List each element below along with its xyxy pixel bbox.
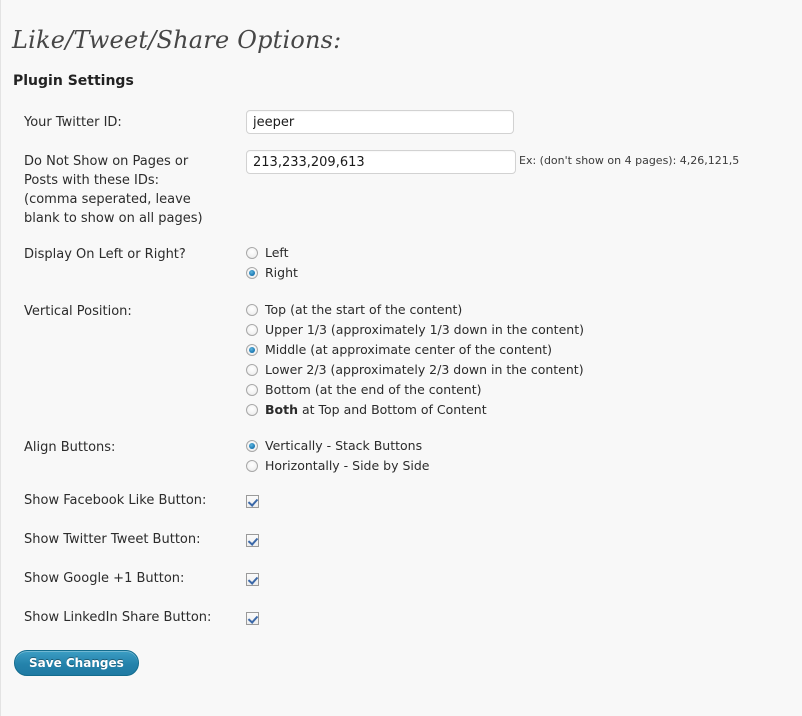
label-exclude-ids: Do Not Show on Pages or Posts with these… bbox=[24, 152, 239, 228]
radio-option-lower-two-thirds[interactable]: Lower 2/3 (approximately 2/3 down in the… bbox=[246, 360, 584, 380]
label-display-side: Display On Left or Right? bbox=[24, 245, 239, 264]
section-heading-plugin-settings: Plugin Settings bbox=[13, 73, 134, 89]
radio-option-bottom[interactable]: Bottom (at the end of the content) bbox=[246, 380, 584, 400]
align-buttons-radio-group: Vertically - Stack Buttons Horizontally … bbox=[246, 436, 430, 476]
label-twitter-id: Your Twitter ID: bbox=[24, 113, 239, 132]
radio-option-both[interactable]: Both at Top and Bottom of Content bbox=[246, 400, 584, 420]
radio-label-middle: Middle (at approximate center of the con… bbox=[265, 342, 552, 357]
exclude-ids-input[interactable] bbox=[246, 150, 516, 174]
display-side-radio-group: Left Right bbox=[246, 243, 298, 283]
radio-icon-bottom[interactable] bbox=[246, 384, 258, 396]
checkbox-show-twitter[interactable] bbox=[246, 534, 259, 547]
twitter-id-input[interactable] bbox=[246, 110, 514, 134]
radio-icon-vertically[interactable] bbox=[246, 440, 258, 452]
radio-icon-upper-third[interactable] bbox=[246, 324, 258, 336]
radio-label-top: Top (at the start of the content) bbox=[265, 302, 462, 317]
radio-option-left[interactable]: Left bbox=[246, 243, 298, 263]
page-title: Like/Tweet/Share Options: bbox=[12, 26, 341, 54]
radio-label-left: Left bbox=[265, 245, 289, 260]
radio-option-upper-third[interactable]: Upper 1/3 (approximately 1/3 down in the… bbox=[246, 320, 584, 340]
label-show-linkedin: Show LinkedIn Share Button: bbox=[24, 608, 239, 627]
radio-label-vertically: Vertically - Stack Buttons bbox=[265, 438, 422, 453]
radio-label-both: Both at Top and Bottom of Content bbox=[265, 402, 487, 417]
label-vertical-position: Vertical Position: bbox=[24, 302, 239, 321]
radio-label-both-rest: at Top and Bottom of Content bbox=[298, 402, 487, 417]
save-changes-button[interactable]: Save Changes bbox=[14, 650, 139, 676]
label-exclude-ids-line4: blank to show on all pages) bbox=[24, 209, 239, 228]
radio-label-upper-third: Upper 1/3 (approximately 1/3 down in the… bbox=[265, 322, 584, 337]
radio-label-lower-two-thirds: Lower 2/3 (approximately 2/3 down in the… bbox=[265, 362, 584, 377]
radio-label-both-bold: Both bbox=[265, 402, 298, 417]
label-exclude-ids-line2: Posts with these IDs: bbox=[24, 171, 239, 190]
label-show-twitter: Show Twitter Tweet Button: bbox=[24, 530, 239, 549]
radio-icon-right[interactable] bbox=[246, 267, 258, 279]
radio-option-top[interactable]: Top (at the start of the content) bbox=[246, 300, 584, 320]
radio-option-horizontally[interactable]: Horizontally - Side by Side bbox=[246, 456, 430, 476]
radio-option-middle[interactable]: Middle (at approximate center of the con… bbox=[246, 340, 584, 360]
checkbox-show-google[interactable] bbox=[246, 573, 259, 586]
radio-label-bottom: Bottom (at the end of the content) bbox=[265, 382, 482, 397]
settings-page: Like/Tweet/Share Options: Plugin Setting… bbox=[0, 0, 802, 716]
radio-icon-top[interactable] bbox=[246, 304, 258, 316]
label-show-google: Show Google +1 Button: bbox=[24, 569, 239, 588]
checkbox-show-facebook[interactable] bbox=[246, 495, 259, 508]
label-show-facebook: Show Facebook Like Button: bbox=[24, 491, 239, 510]
radio-option-vertically[interactable]: Vertically - Stack Buttons bbox=[246, 436, 430, 456]
radio-icon-lower-two-thirds[interactable] bbox=[246, 364, 258, 376]
radio-option-right[interactable]: Right bbox=[246, 263, 298, 283]
radio-label-right: Right bbox=[265, 265, 298, 280]
label-exclude-ids-line3: (comma seperated, leave bbox=[24, 190, 239, 209]
label-exclude-ids-line1: Do Not Show on Pages or bbox=[24, 152, 239, 171]
radio-label-horizontally: Horizontally - Side by Side bbox=[265, 458, 430, 473]
radio-icon-middle[interactable] bbox=[246, 344, 258, 356]
checkbox-show-linkedin[interactable] bbox=[246, 612, 259, 625]
label-align-buttons: Align Buttons: bbox=[24, 438, 239, 457]
radio-icon-left[interactable] bbox=[246, 247, 258, 259]
radio-icon-horizontally[interactable] bbox=[246, 460, 258, 472]
radio-icon-both[interactable] bbox=[246, 404, 258, 416]
vertical-position-radio-group: Top (at the start of the content) Upper … bbox=[246, 300, 584, 420]
exclude-ids-hint: Ex: (don't show on 4 pages): 4,26,121,5 bbox=[519, 154, 739, 168]
